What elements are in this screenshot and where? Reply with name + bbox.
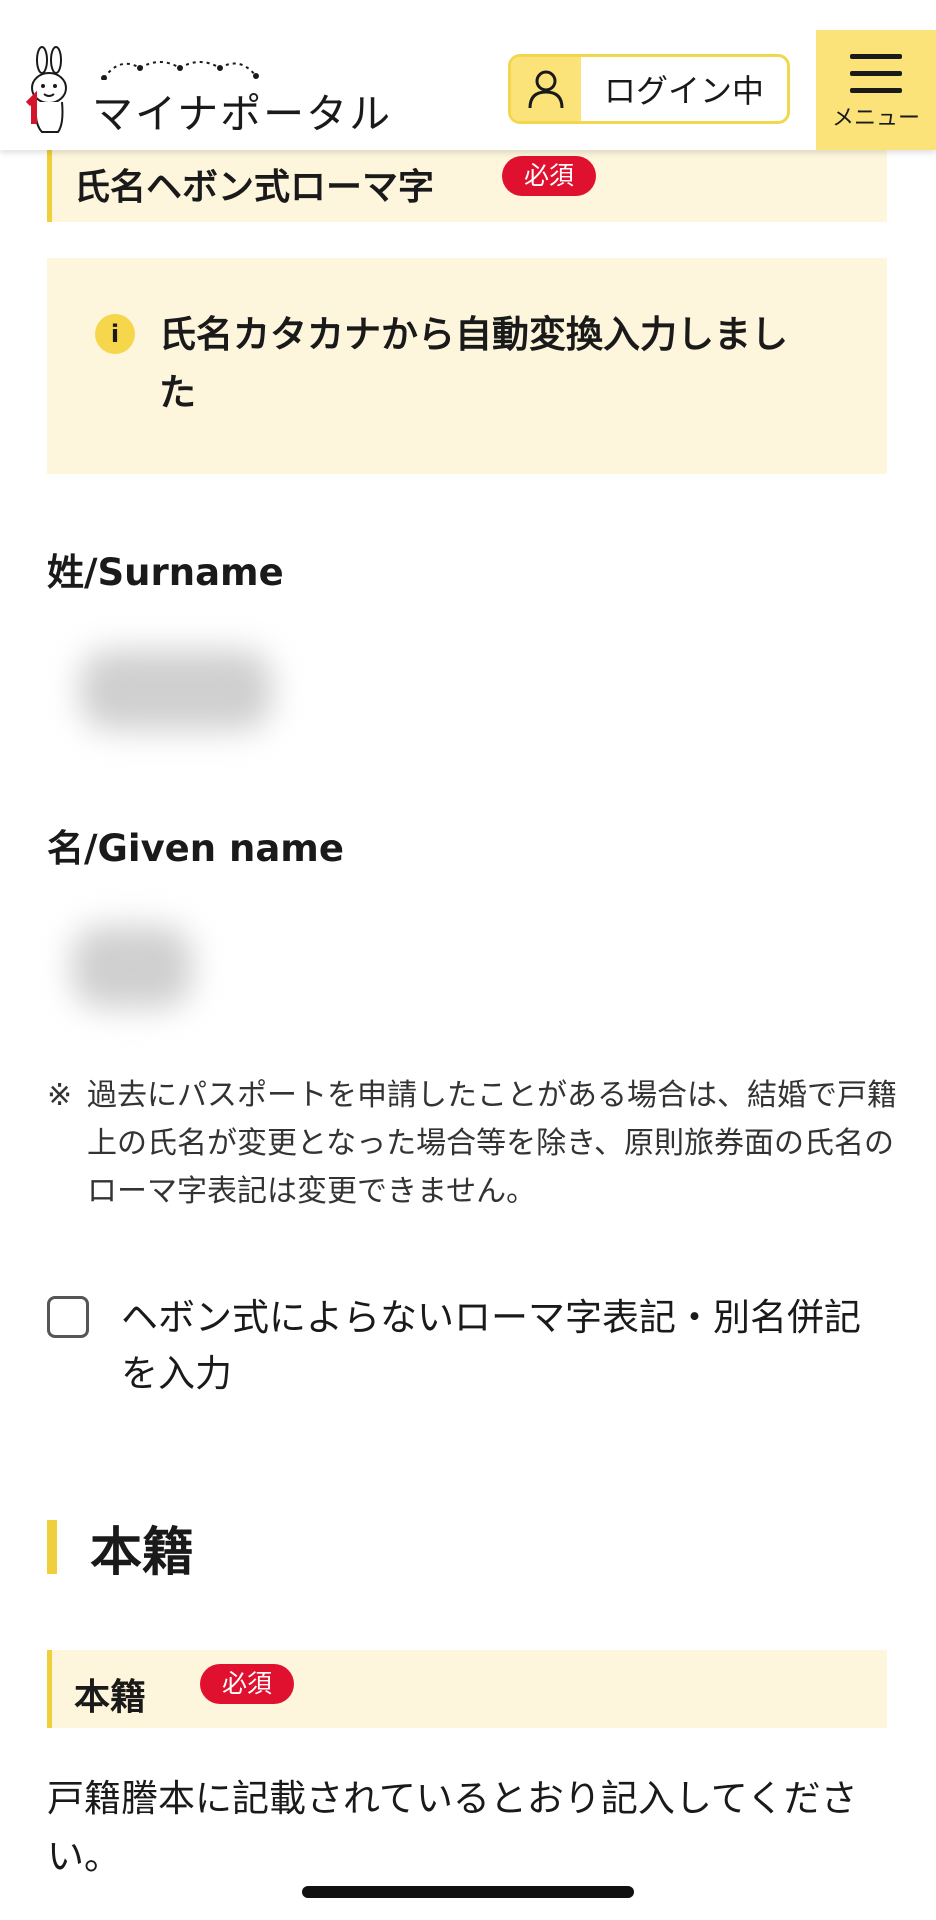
surname-label: 姓/Surname bbox=[47, 551, 284, 594]
login-status-button[interactable]: ログイン中 bbox=[508, 54, 790, 124]
romaji-field-label: 氏名ヘボン式ローマ字 bbox=[74, 167, 435, 208]
honseki-section-title: 本籍 bbox=[90, 1523, 195, 1583]
non-hepburn-checkbox[interactable] bbox=[47, 1296, 89, 1338]
menu-button[interactable]: メニュー bbox=[816, 30, 936, 150]
login-status-label: ログイン中 bbox=[603, 72, 764, 110]
note-text: 過去にパスポートを申請したことがある場合は、結婚で戸籍上の氏名が変更となった場合… bbox=[87, 1078, 897, 1209]
mynaportal-mascot-icon bbox=[25, 46, 67, 133]
myna-portal-logo[interactable]: マイナポータル bbox=[20, 46, 390, 138]
required-badge: 必須 bbox=[502, 156, 597, 196]
hamburger-icon bbox=[850, 54, 902, 94]
logo-text: マイナポータル bbox=[92, 90, 393, 138]
home-indicator[interactable] bbox=[302, 1886, 634, 1898]
honseki-instruction: 戸籍謄本に記載されているとおり記入してください。 bbox=[47, 1777, 858, 1878]
app-header: マイナポータル ログイン中 メニュー bbox=[0, 0, 936, 150]
section-title-accent bbox=[47, 1520, 57, 1574]
note-mark: ※ bbox=[47, 1078, 73, 1113]
logo-dotted-arc-icon bbox=[101, 61, 259, 80]
honseki-field-label: 本籍 bbox=[74, 1677, 147, 1718]
non-hepburn-checkbox-label[interactable]: ヘボン式によらないローマ字表記・別名併記を入力 bbox=[121, 1290, 897, 1402]
romaji-field-header: 氏名ヘボン式ローマ字 必須 bbox=[47, 140, 887, 222]
info-message: 氏名カタカナから自動変換入力しました bbox=[159, 313, 788, 414]
honseki-field-header: 本籍 必須 bbox=[47, 1650, 887, 1728]
menu-label: メニュー bbox=[831, 106, 920, 131]
passport-note: ※ 過去にパスポートを申請したことがある場合は、結婚で戸籍上の氏名が変更となった… bbox=[47, 1072, 897, 1216]
honseki-required-badge: 必須 bbox=[200, 1664, 295, 1704]
user-icon bbox=[511, 57, 581, 121]
surname-value-redacted bbox=[80, 650, 272, 730]
given-name-value-redacted bbox=[72, 926, 192, 1008]
given-name-label: 名/Given name bbox=[47, 827, 344, 870]
non-hepburn-checkbox-row[interactable]: ヘボン式によらないローマ字表記・別名併記を入力 bbox=[47, 1290, 897, 1402]
info-icon: i bbox=[95, 314, 135, 354]
auto-convert-info-box: i 氏名カタカナから自動変換入力しました bbox=[47, 258, 887, 474]
